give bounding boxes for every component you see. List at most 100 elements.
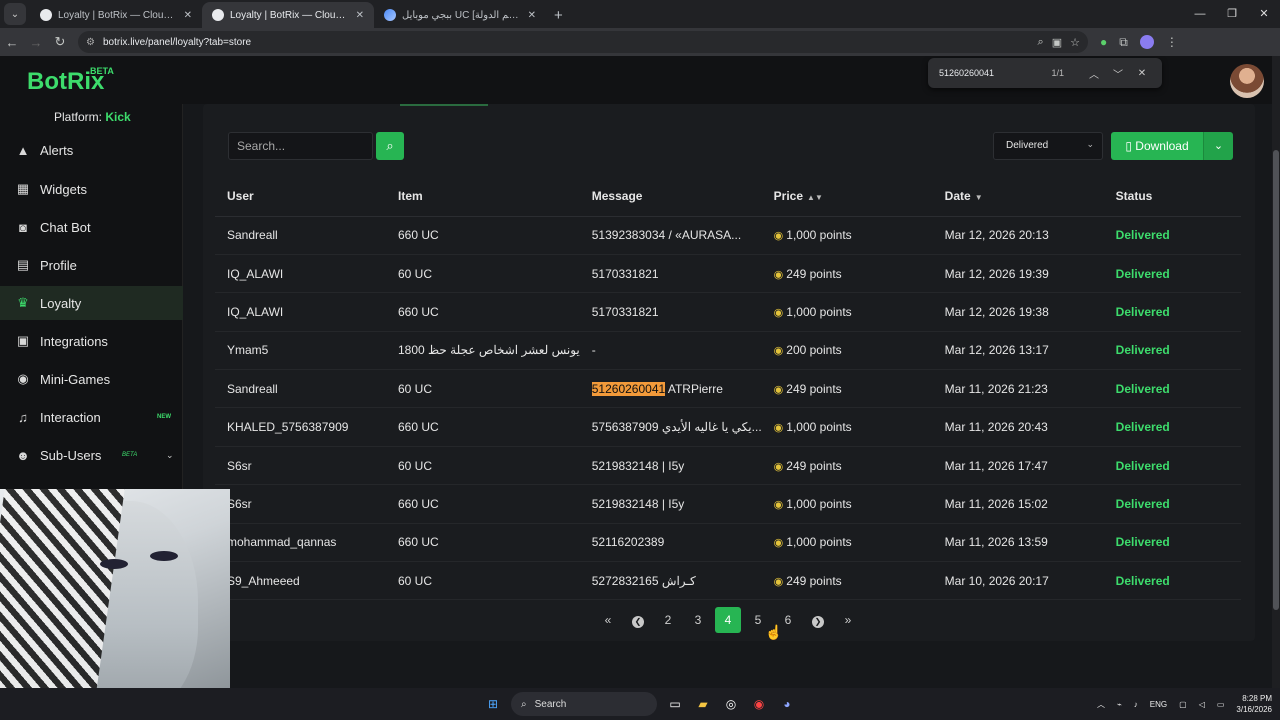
profile-icon[interactable] (1139, 35, 1154, 49)
page-scrollbar[interactable] (1272, 56, 1280, 688)
botrix-favicon-icon (212, 9, 224, 21)
browser-tab[interactable]: ببجي موبايل UC [اسم الدولة] | خـ ✕ (374, 2, 546, 28)
sidebar-item-alerts[interactable]: ▲ Alerts (0, 133, 183, 167)
battery-icon[interactable]: ▭ (1217, 700, 1225, 709)
first-page-icon[interactable]: « (595, 607, 621, 633)
sidebar-item-mini-games[interactable]: ◉ Mini-Games (0, 362, 183, 396)
bookmark-star-icon[interactable]: ☆ (1070, 36, 1080, 49)
status-filter-select[interactable]: Delivered ⌄ (993, 132, 1103, 160)
botrix-logo[interactable]: BotRix BETA (27, 66, 114, 96)
close-tab-icon[interactable]: ✕ (184, 10, 192, 21)
cell-user: Ymam5 (215, 331, 386, 371)
tab-search-button[interactable]: ⌄ (4, 3, 26, 25)
cell-message: 52116202389 (579, 523, 762, 563)
table-row: IQ_ALAWI 60 UC 5170331821 ◉ 249 points Ma… (215, 254, 1241, 294)
site-info-icon[interactable]: ⚙ (86, 37, 95, 48)
minimize-icon[interactable]: — (1184, 0, 1216, 28)
close-tab-icon[interactable]: ✕ (356, 10, 364, 21)
chrome-icon[interactable]: ◉ (749, 694, 769, 714)
sidebar-item-integrations[interactable]: ▣ Integrations (0, 324, 183, 358)
sort-desc-icon[interactable]: ▼ (975, 193, 983, 202)
cell-item: يونس لعشر اشخاص عجلة حظ 1800 (386, 331, 580, 371)
omnibox[interactable]: ⚙ botrix.live/panel/loyalty?tab=store ⌕ … (78, 31, 1088, 53)
cell-status: Delivered (1103, 216, 1241, 255)
plug-icon: ▣ (16, 333, 30, 348)
taskbar-search-label: Search (534, 698, 567, 710)
forward-icon[interactable]: → (24, 35, 48, 50)
close-tab-icon[interactable]: ✕ (528, 10, 536, 21)
page-link[interactable]: 3 (685, 607, 711, 633)
sidebar-item-chat-bot[interactable]: ◙ Chat Bot (0, 210, 183, 244)
sidebar-item-sub-users[interactable]: ☻ Sub-Users BETA ⌄ (0, 438, 183, 472)
browser-menu-icon[interactable]: ⋮ (1166, 35, 1178, 49)
microphone-icon[interactable]: ♪ (1134, 700, 1138, 709)
discord-icon[interactable]: ◕ (777, 694, 797, 714)
chevron-down-icon[interactable]: ⌄ (166, 450, 174, 461)
user-avatar[interactable] (1230, 64, 1264, 98)
volume-icon[interactable]: ◁ (1199, 700, 1205, 709)
next-page-icon[interactable]: ❯ (805, 607, 831, 633)
cell-status: Delivered (1103, 331, 1241, 371)
windows-start-icon[interactable]: ⊞ (483, 694, 503, 714)
tray-chevron-icon[interactable]: ︿ (1097, 699, 1105, 710)
page-link-current[interactable]: 4 (715, 607, 741, 633)
find-previous-icon[interactable]: ︿ (1082, 66, 1106, 81)
cell-message: 5272832165 كـراش (579, 561, 762, 601)
download-options-toggle[interactable]: ⌄ (1203, 132, 1233, 160)
search-input[interactable]: Search... (228, 132, 373, 160)
header-label: User (227, 188, 254, 203)
new-badge: NEW (157, 414, 171, 420)
close-window-icon[interactable]: ✕ (1248, 0, 1280, 28)
find-next-icon[interactable]: ﹀ (1106, 66, 1130, 81)
table-row: Sandreall 60 UC 51260260041 ATRPierre ◉ 2… (215, 369, 1241, 409)
active-tab-indicator (400, 104, 488, 106)
file-explorer-icon[interactable]: ▰ (693, 694, 713, 714)
url-text[interactable]: botrix.live/panel/loyalty?tab=store (103, 37, 1030, 48)
page-action-icon[interactable]: ▣ (1052, 36, 1062, 49)
col-price[interactable]: Price ▲▼ (761, 176, 933, 217)
tab-title: Loyalty | BotRix — Cloud Stream (58, 9, 178, 21)
price-value: 1,000 points (786, 304, 852, 319)
taskbar-search[interactable]: ⌕ Search (511, 692, 657, 716)
cell-user: S6sr (215, 446, 386, 486)
sidebar-item-label: Sub-Users (40, 447, 102, 463)
last-page-icon[interactable]: » (835, 607, 861, 633)
restore-icon[interactable]: ❐ (1216, 0, 1248, 28)
sidebar-item-widgets[interactable]: ▦ Widgets (0, 172, 183, 206)
back-icon[interactable]: ← (0, 35, 24, 50)
cell-item: 60 UC (386, 369, 580, 409)
browser-tab-active[interactable]: Loyalty | BotRix — Cloud Stream ✕ (202, 2, 374, 28)
reload-icon[interactable]: ↻ (48, 34, 72, 50)
new-tab-icon[interactable]: + (554, 7, 563, 24)
col-date[interactable]: Date ▼ (932, 176, 1104, 217)
display-icon[interactable]: ▢ (1179, 700, 1187, 709)
find-input[interactable]: 51260260041 (939, 68, 1051, 78)
cell-user: Sandreall (215, 216, 386, 255)
cell-price: ◉ 1,000 points (761, 292, 933, 332)
zoom-icon[interactable]: ⌕ (1038, 36, 1044, 49)
browser-tab[interactable]: Loyalty | BotRix — Cloud Stream ✕ (30, 2, 202, 28)
task-view-icon[interactable]: ▭ (665, 694, 685, 714)
sidebar-item-loyalty[interactable]: ♛ Loyalty (0, 286, 183, 320)
sidebar-item-label: Loyalty (40, 295, 82, 311)
page-link[interactable]: 2 (655, 607, 681, 633)
search-button[interactable]: ⌕ (376, 132, 404, 160)
sort-icon[interactable]: ▲▼ (807, 193, 823, 202)
extensions-puzzle-icon[interactable]: ⧉ (1119, 35, 1128, 50)
sidebar-item-label: Chat Bot (40, 219, 91, 235)
network-icon[interactable]: ⌁ (1117, 700, 1122, 709)
users-icon: ☻ (16, 447, 30, 463)
scrollbar-thumb[interactable] (1273, 150, 1279, 610)
app-icon[interactable]: ◎ (721, 694, 741, 714)
tab-title: ببجي موبايل UC [اسم الدولة] | خـ (402, 9, 522, 21)
sidebar-item-interaction[interactable]: ♫ Interaction NEW (0, 400, 183, 434)
hand-cursor-icon: ☝ (765, 624, 783, 640)
previous-page-icon[interactable]: ❮ (625, 607, 651, 633)
system-clock[interactable]: 8:28 PM 3/16/2026 (1236, 693, 1272, 715)
find-close-icon[interactable]: ✕ (1130, 68, 1154, 79)
platform-indicator: Platform: Kick (54, 110, 131, 124)
extension-icon[interactable]: ● (1100, 35, 1107, 49)
language-indicator[interactable]: ENG (1150, 700, 1167, 709)
sidebar-item-profile[interactable]: ▤ Profile (0, 248, 183, 282)
download-button[interactable]: ▯ Download (1111, 132, 1203, 160)
